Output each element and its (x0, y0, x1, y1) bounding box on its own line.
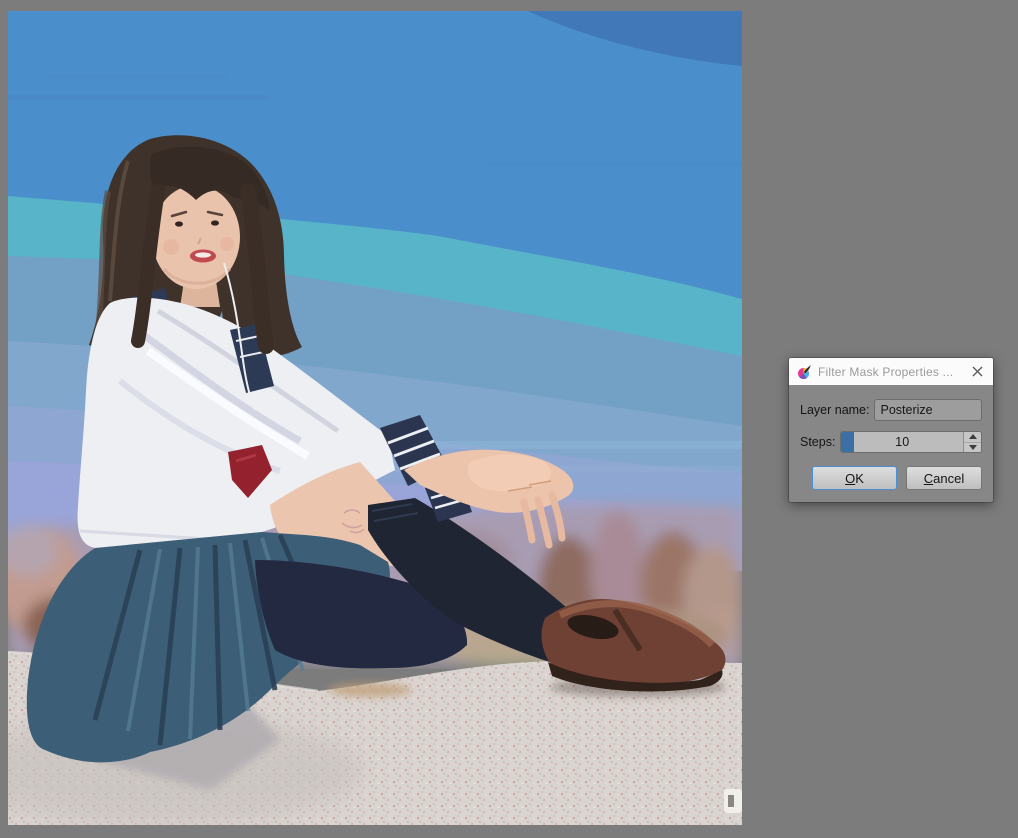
krita-icon (796, 364, 812, 380)
layer-name-input[interactable] (874, 399, 982, 421)
steps-label: Steps: (800, 435, 836, 449)
steps-value: 10 (895, 435, 910, 449)
spinbox-buttons (963, 432, 981, 452)
layer-name-label: Layer name: (800, 403, 870, 417)
dialog-body: Layer name: Steps: 10 OK Cancel (789, 385, 993, 502)
filter-mask-properties-dialog: Filter Mask Properties ... Layer name: S… (789, 358, 993, 502)
steps-spinbox[interactable]: 10 (840, 431, 982, 453)
steps-row: Steps: 10 (800, 431, 982, 453)
triangle-up-icon (968, 434, 977, 440)
cancel-button[interactable]: Cancel (906, 466, 982, 490)
ok-button[interactable]: OK (812, 466, 897, 490)
ok-button-mnemonic: O (845, 470, 856, 486)
screen: { "workspace": { "background_color": "#7… (0, 0, 1018, 838)
dialog-titlebar[interactable]: Filter Mask Properties ... (789, 358, 993, 385)
cancel-button-label: ancel (933, 470, 965, 486)
dialog-button-row: OK Cancel (800, 466, 982, 490)
canvas-image[interactable] (8, 11, 742, 825)
dialog-title: Filter Mask Properties ... (818, 364, 954, 379)
layer-name-row: Layer name: (800, 399, 982, 421)
close-button[interactable] (969, 363, 986, 380)
close-icon (972, 366, 983, 377)
canvas-photo (8, 11, 742, 825)
spin-down-button[interactable] (964, 443, 981, 453)
ok-button-label: K (855, 470, 864, 486)
cancel-button-mnemonic: C (923, 470, 934, 486)
triangle-down-icon (968, 444, 977, 450)
spin-up-button[interactable] (964, 432, 981, 443)
watermark (724, 789, 742, 813)
